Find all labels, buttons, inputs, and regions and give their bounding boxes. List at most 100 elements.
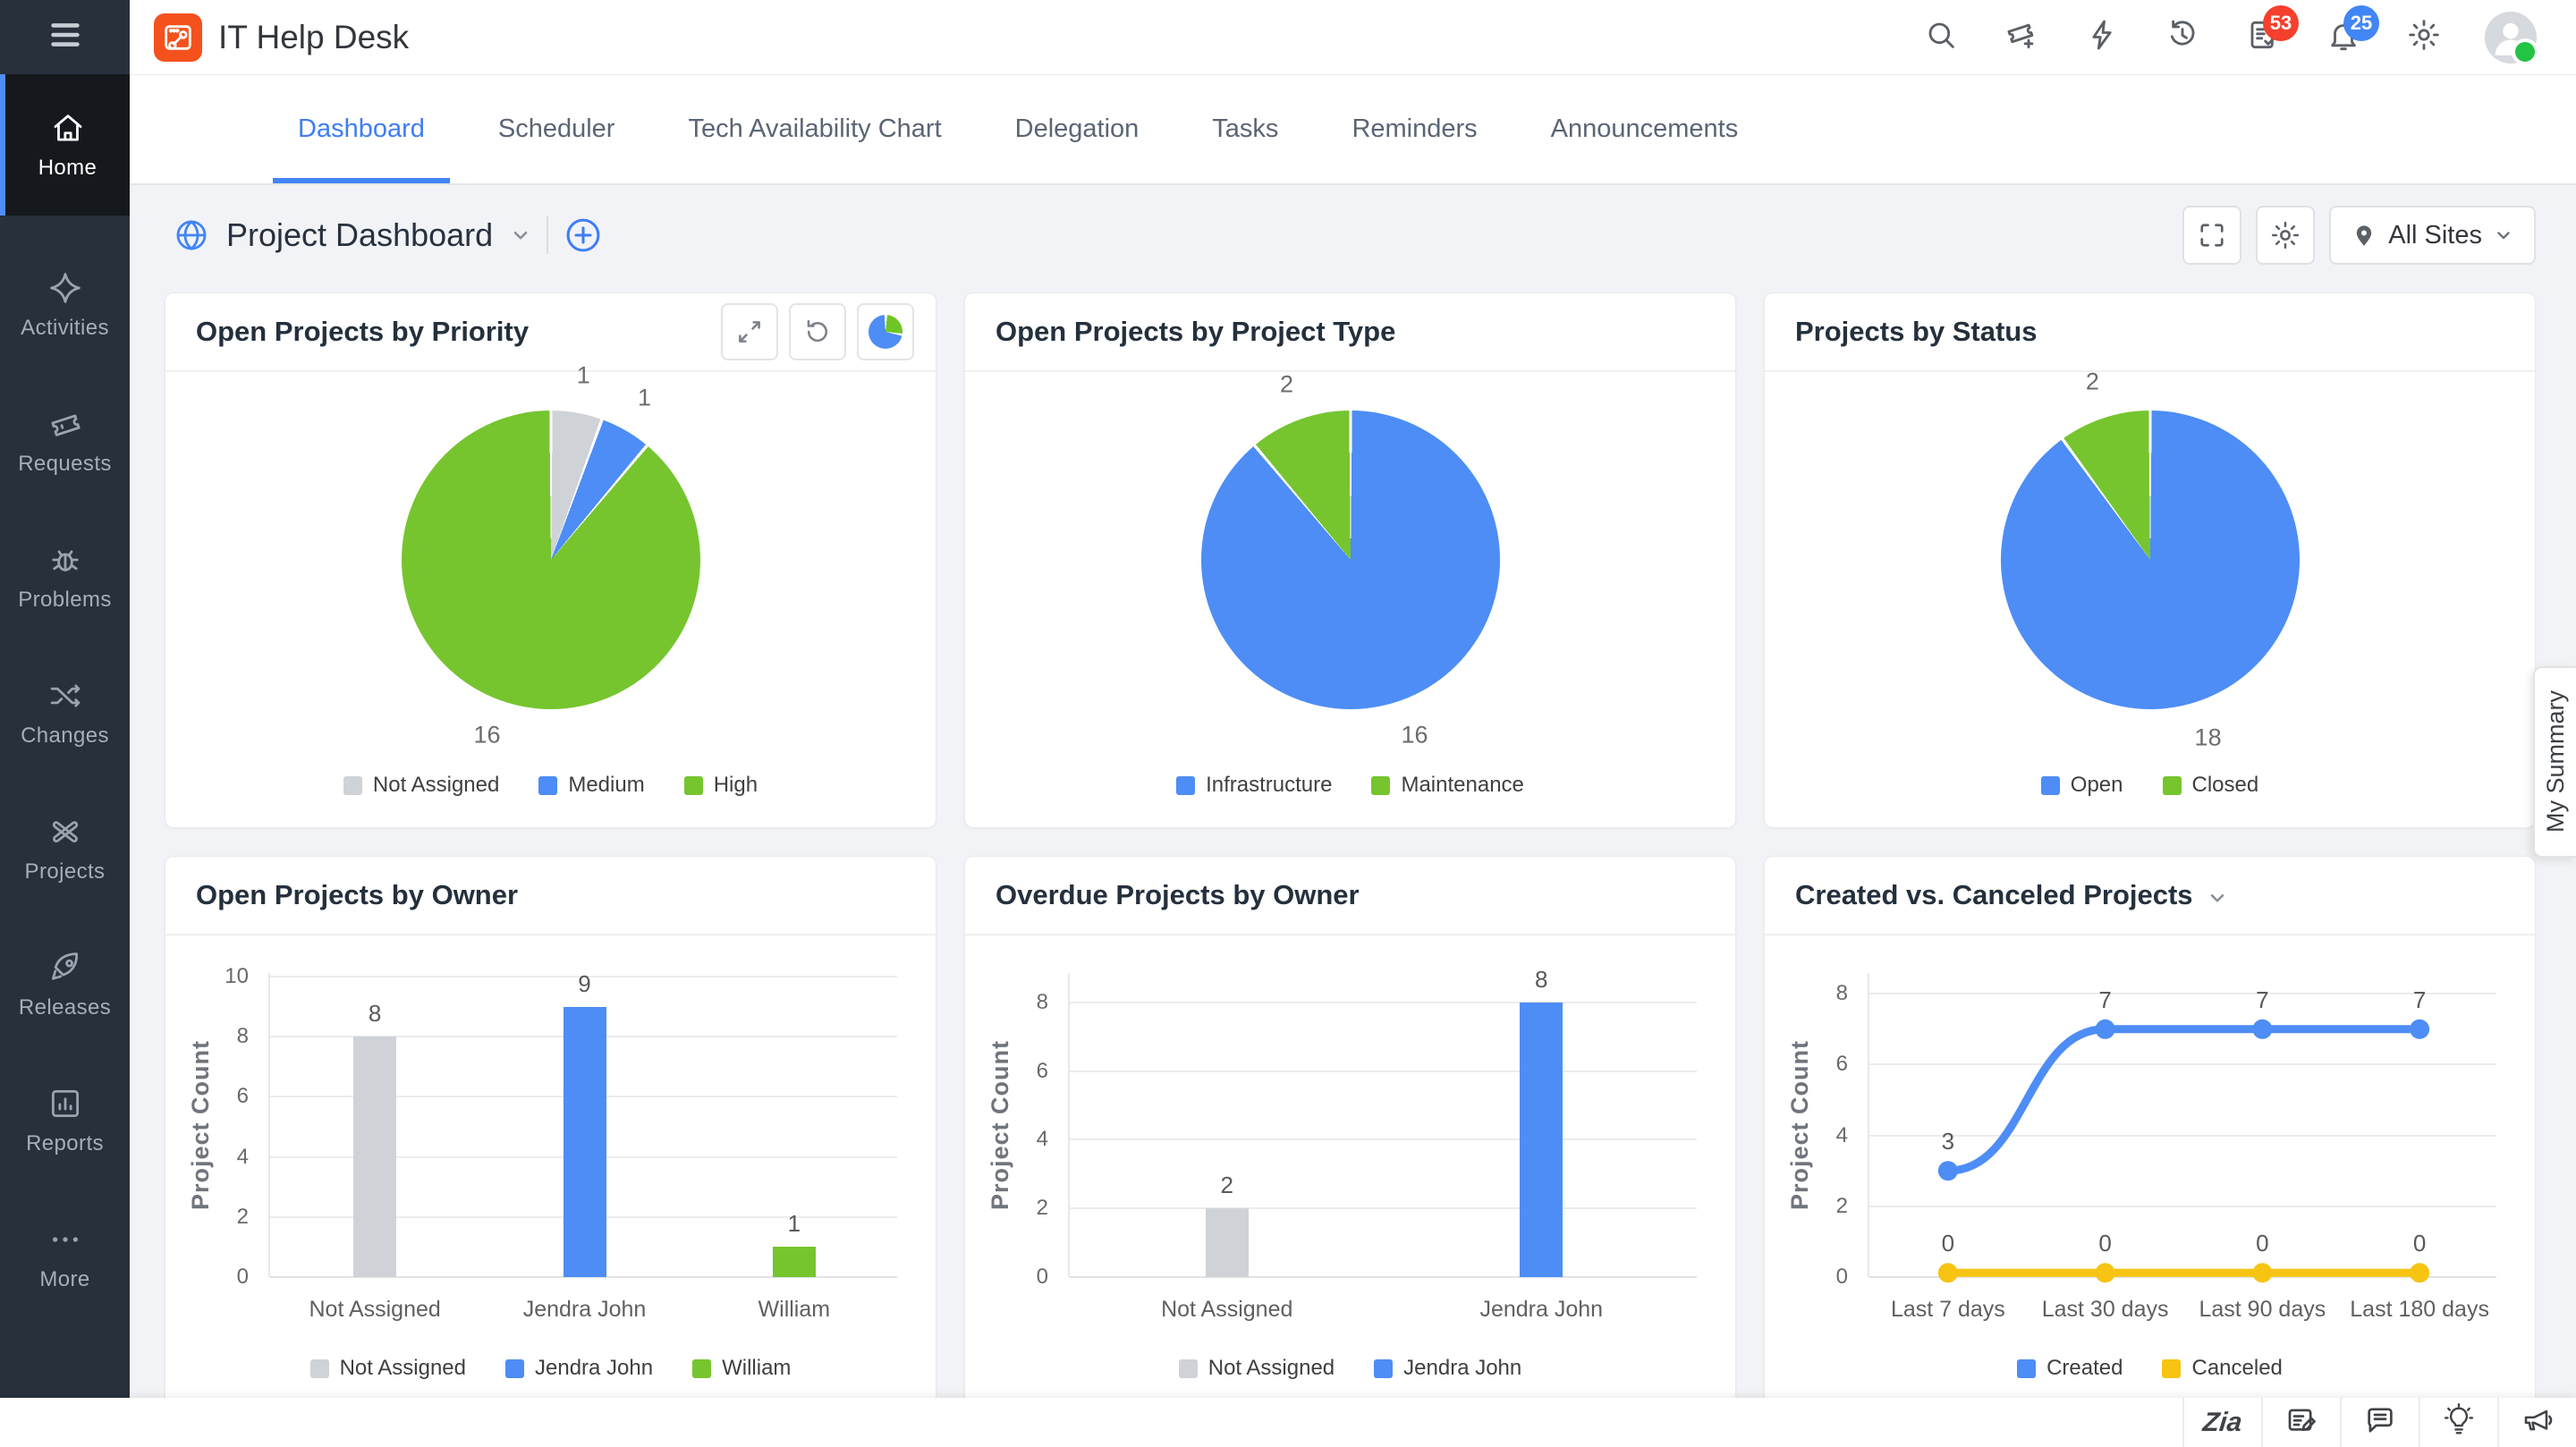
search-icon-button[interactable]: [1921, 18, 1961, 57]
legend-item-jendra-john: Jendra John: [505, 1356, 653, 1381]
task-list-icon-button[interactable]: 53: [2243, 18, 2283, 57]
add-dashboard-button[interactable]: [563, 215, 604, 256]
tab-tech-availability-chart[interactable]: Tech Availability Chart: [663, 75, 966, 183]
bolt-icon-button[interactable]: [2082, 18, 2122, 57]
card-open-projects-by-project-type: Open Projects by Project Type162Infrastr…: [964, 292, 1736, 828]
gear-icon: [2406, 17, 2442, 57]
y-tick-label: 8: [991, 990, 1048, 1015]
card-header: Open Projects by Owner: [165, 857, 936, 935]
changes-icon: [47, 677, 84, 715]
legend-swatch: [684, 776, 703, 795]
online-status-dot: [2512, 38, 2538, 65]
bulb-icon-button[interactable]: [2419, 1398, 2497, 1447]
ticket-add-icon: [2004, 17, 2039, 57]
fullscreen-button[interactable]: [2182, 206, 2241, 265]
zia-icon-button[interactable]: Zia: [2182, 1398, 2261, 1447]
refresh-widget-button[interactable]: [789, 303, 846, 360]
sidebar-item-reports[interactable]: Reports: [0, 1053, 130, 1189]
series-line-created: [1948, 1029, 2419, 1171]
sidebar-item-releases[interactable]: Releases: [0, 917, 130, 1053]
legend-swatch: [2017, 1359, 2036, 1378]
sidebar-item-problems[interactable]: Problems: [0, 509, 130, 645]
sidebar-item-requests[interactable]: Requests: [0, 373, 130, 509]
dashboard-content: Project Dashboard: [130, 185, 2576, 1447]
chart-type-button[interactable]: [857, 303, 914, 360]
card-open-projects-by-priority: Open Projects by Priority1116Not Assigne…: [165, 292, 936, 828]
tab-scheduler[interactable]: Scheduler: [473, 75, 640, 183]
legend-label: Not Assigned: [1208, 1356, 1335, 1381]
chart-legend: InfrastructureMaintenance: [965, 773, 1735, 798]
data-point: [2410, 1020, 2429, 1039]
legend-item-closed: Closed: [2163, 773, 2259, 798]
bell-icon-button[interactable]: 25: [2324, 18, 2363, 57]
sidebar-nav: Home ActivitiesRequests Problems Changes Pro…: [0, 74, 130, 1324]
card-projects-by-status: Projects by Status182OpenClosed: [1764, 292, 2536, 828]
history-icon: [2165, 17, 2200, 57]
card-title: Open Projects by Priority: [196, 316, 529, 348]
x-category-label: Not Assigned: [276, 1297, 473, 1323]
sidebar-item-changes[interactable]: Changes: [0, 645, 130, 781]
dashboard-title: Project Dashboard: [226, 216, 493, 254]
bar-value-label: 8: [1496, 966, 1586, 994]
tab-tasks[interactable]: Tasks: [1187, 75, 1303, 183]
y-tick-label: 6: [1791, 1052, 1848, 1077]
legend-swatch: [2163, 776, 2182, 795]
card-actions: [721, 303, 914, 360]
sidebar-item-activities[interactable]: Activities: [0, 237, 130, 373]
releases-icon: [47, 949, 84, 986]
dashboard-settings-button[interactable]: [2256, 206, 2315, 265]
point-value-label: 0: [2217, 1230, 2307, 1257]
tab-dashboard[interactable]: Dashboard: [273, 75, 450, 183]
bar-jendra-john: [564, 1007, 606, 1277]
bar-value-label: 2: [1182, 1172, 1272, 1199]
tab-delegation[interactable]: Delegation: [990, 75, 1165, 183]
map-pin-icon: [2351, 222, 2377, 249]
sidebar-item-label: Reports: [26, 1131, 104, 1156]
legend-item-medium: Medium: [538, 773, 644, 798]
bar-plot: 02468108Not Assigned9Jendra John1William: [268, 973, 897, 1277]
card-header: Created vs. Canceled Projects: [1765, 857, 2535, 935]
point-value-label: 7: [2061, 986, 2150, 1014]
card-header: Overdue Projects by Owner: [965, 857, 1735, 935]
pie-value-label: 2: [1280, 370, 1293, 398]
sidebar-item-more[interactable]: More: [0, 1189, 130, 1324]
pie-chart: [1201, 410, 1500, 709]
site-filter-dropdown[interactable]: All Sites: [2329, 206, 2536, 265]
gridline-y2: [1070, 1207, 1697, 1209]
x-category-label: William: [696, 1297, 893, 1323]
chevron-down-icon[interactable]: [2206, 886, 2229, 910]
sidebar-item-label: More: [39, 1267, 89, 1292]
menu-toggle-button[interactable]: [0, 0, 130, 74]
y-tick-label: 2: [991, 1196, 1048, 1221]
legend-label: William: [722, 1356, 791, 1381]
legend-item-not-assigned: Not Assigned: [310, 1356, 466, 1381]
legend-item-infrastructure: Infrastructure: [1176, 773, 1332, 798]
bulb-icon: [2442, 1403, 2476, 1442]
history-icon-button[interactable]: [2163, 18, 2202, 57]
ticket-add-icon-button[interactable]: [2002, 18, 2041, 57]
tab-reminders[interactable]: Reminders: [1326, 75, 1502, 183]
point-value-label: 3: [1903, 1128, 1993, 1155]
reports-icon: [47, 1085, 84, 1122]
expand-widget-button[interactable]: [721, 303, 778, 360]
edit-doc-icon: [2284, 1403, 2318, 1442]
chart-area: Project Count0246837770000Last 7 daysLas…: [1765, 935, 2535, 1429]
legend-swatch: [1176, 776, 1195, 795]
gear-icon-button[interactable]: [2404, 18, 2444, 57]
edit-doc-icon-button[interactable]: [2261, 1398, 2340, 1447]
more-icon: [47, 1221, 84, 1258]
data-point: [2252, 1020, 2272, 1039]
my-summary-tab[interactable]: My Summary: [2533, 666, 2576, 858]
tab-announcements[interactable]: Announcements: [1526, 75, 1764, 183]
sidebar-item-label: Problems: [18, 588, 112, 613]
sidebar-item-home[interactable]: Home: [0, 74, 130, 216]
megaphone-icon-button[interactable]: [2497, 1398, 2576, 1447]
user-avatar[interactable]: [2485, 12, 2537, 63]
dashboard-selector[interactable]: Project Dashboard: [173, 195, 532, 275]
chat-icon-button[interactable]: [2340, 1398, 2419, 1447]
sidebar-item-projects[interactable]: Projects: [0, 781, 130, 917]
pie-value-label: 16: [473, 722, 500, 749]
gridline-y8: [1070, 1002, 1697, 1003]
sidebar-item-label: Changes: [21, 724, 109, 749]
home-icon: [49, 109, 87, 147]
